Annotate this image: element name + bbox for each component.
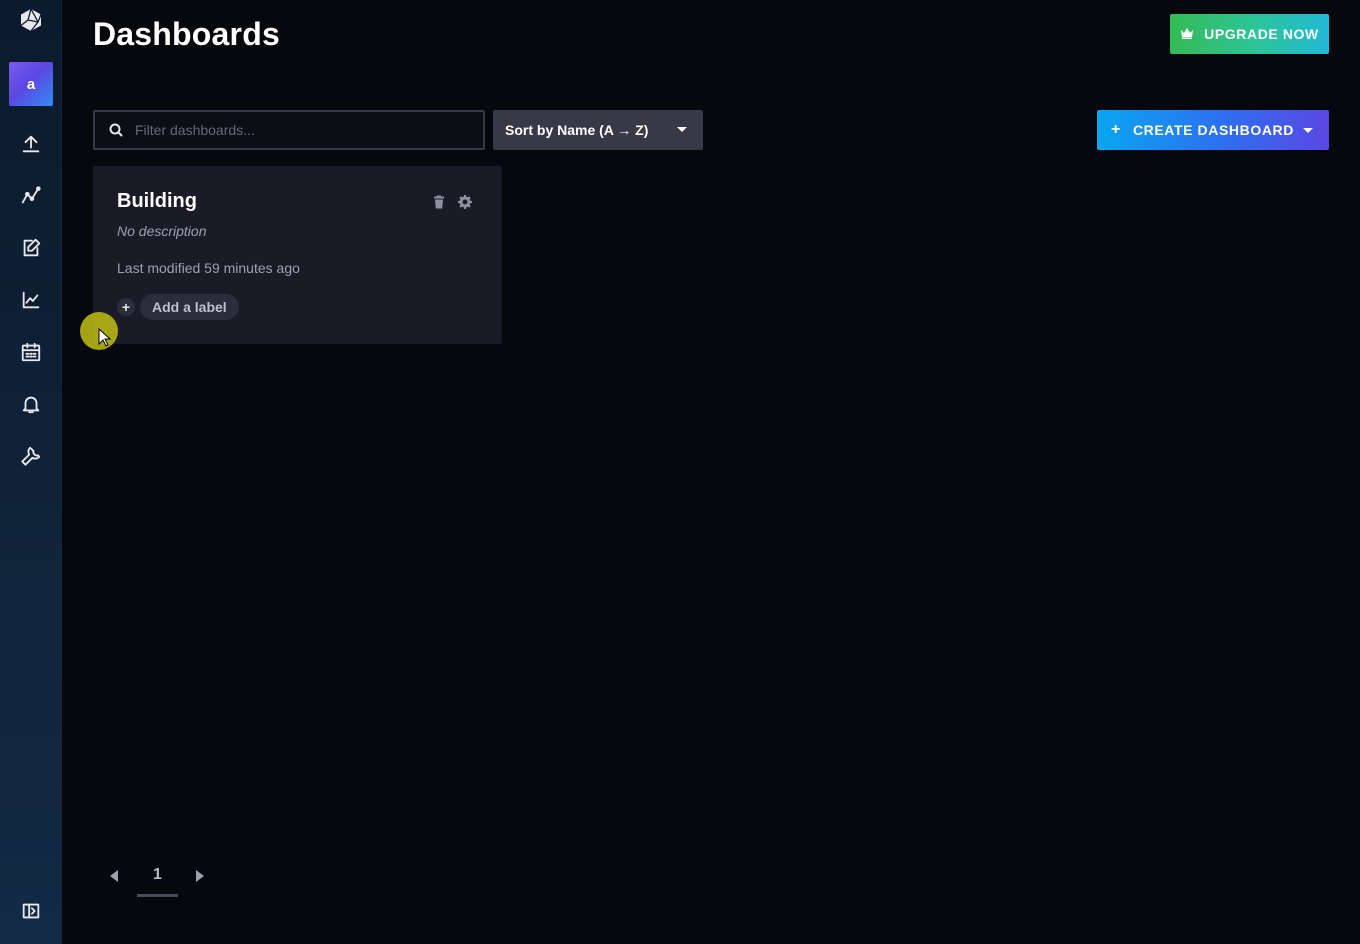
- upgrade-now-label: UPGRADE NOW: [1204, 26, 1319, 42]
- gear-icon[interactable]: [458, 195, 472, 209]
- sort-label: Sort by Name (A → Z): [505, 122, 649, 138]
- add-label-button[interactable]: Add a label: [140, 294, 239, 320]
- next-page-icon[interactable]: [194, 868, 206, 884]
- filter-dashboards-field[interactable]: [93, 110, 485, 150]
- previous-page-icon[interactable]: [108, 868, 120, 884]
- page-title: Dashboards: [93, 16, 280, 52]
- crown-icon: [1180, 26, 1194, 43]
- calendar-icon[interactable]: [19, 340, 43, 364]
- dashboard-card: Building No description Last modified 59…: [93, 166, 502, 344]
- bell-icon[interactable]: [19, 392, 43, 416]
- collapse-sidebar-icon[interactable]: [19, 899, 43, 923]
- org-avatar[interactable]: a: [9, 62, 53, 106]
- caret-down-icon: [677, 127, 687, 132]
- upload-icon[interactable]: [19, 132, 43, 156]
- cube-logo-icon[interactable]: [19, 8, 43, 32]
- active-page-indicator: [137, 894, 178, 897]
- notebook-edit-icon[interactable]: [19, 236, 43, 260]
- trash-icon[interactable]: [432, 195, 446, 209]
- upgrade-now-button[interactable]: UPGRADE NOW: [1170, 14, 1329, 54]
- sort-dropdown[interactable]: Sort by Name (A → Z): [493, 110, 703, 150]
- mouse-cursor-icon: [98, 327, 112, 348]
- last-modified-text: Last modified 59 minutes ago: [117, 260, 300, 276]
- wrench-icon[interactable]: [19, 444, 43, 468]
- sidebar: a: [0, 0, 62, 944]
- create-dashboard-button[interactable]: + CREATE DASHBOARD: [1097, 110, 1329, 150]
- plus-icon: +: [1111, 121, 1121, 138]
- search-input[interactable]: [135, 122, 455, 138]
- search-icon: [95, 123, 123, 137]
- caret-down-icon: [1303, 128, 1313, 133]
- data-explorer-icon[interactable]: [19, 184, 43, 208]
- dashboard-description[interactable]: No description: [117, 223, 207, 239]
- create-dashboard-label: CREATE DASHBOARD: [1132, 122, 1294, 138]
- graph-icon[interactable]: [19, 288, 43, 312]
- add-label-plus-icon[interactable]: +: [117, 298, 135, 316]
- dashboard-name[interactable]: Building: [117, 190, 197, 213]
